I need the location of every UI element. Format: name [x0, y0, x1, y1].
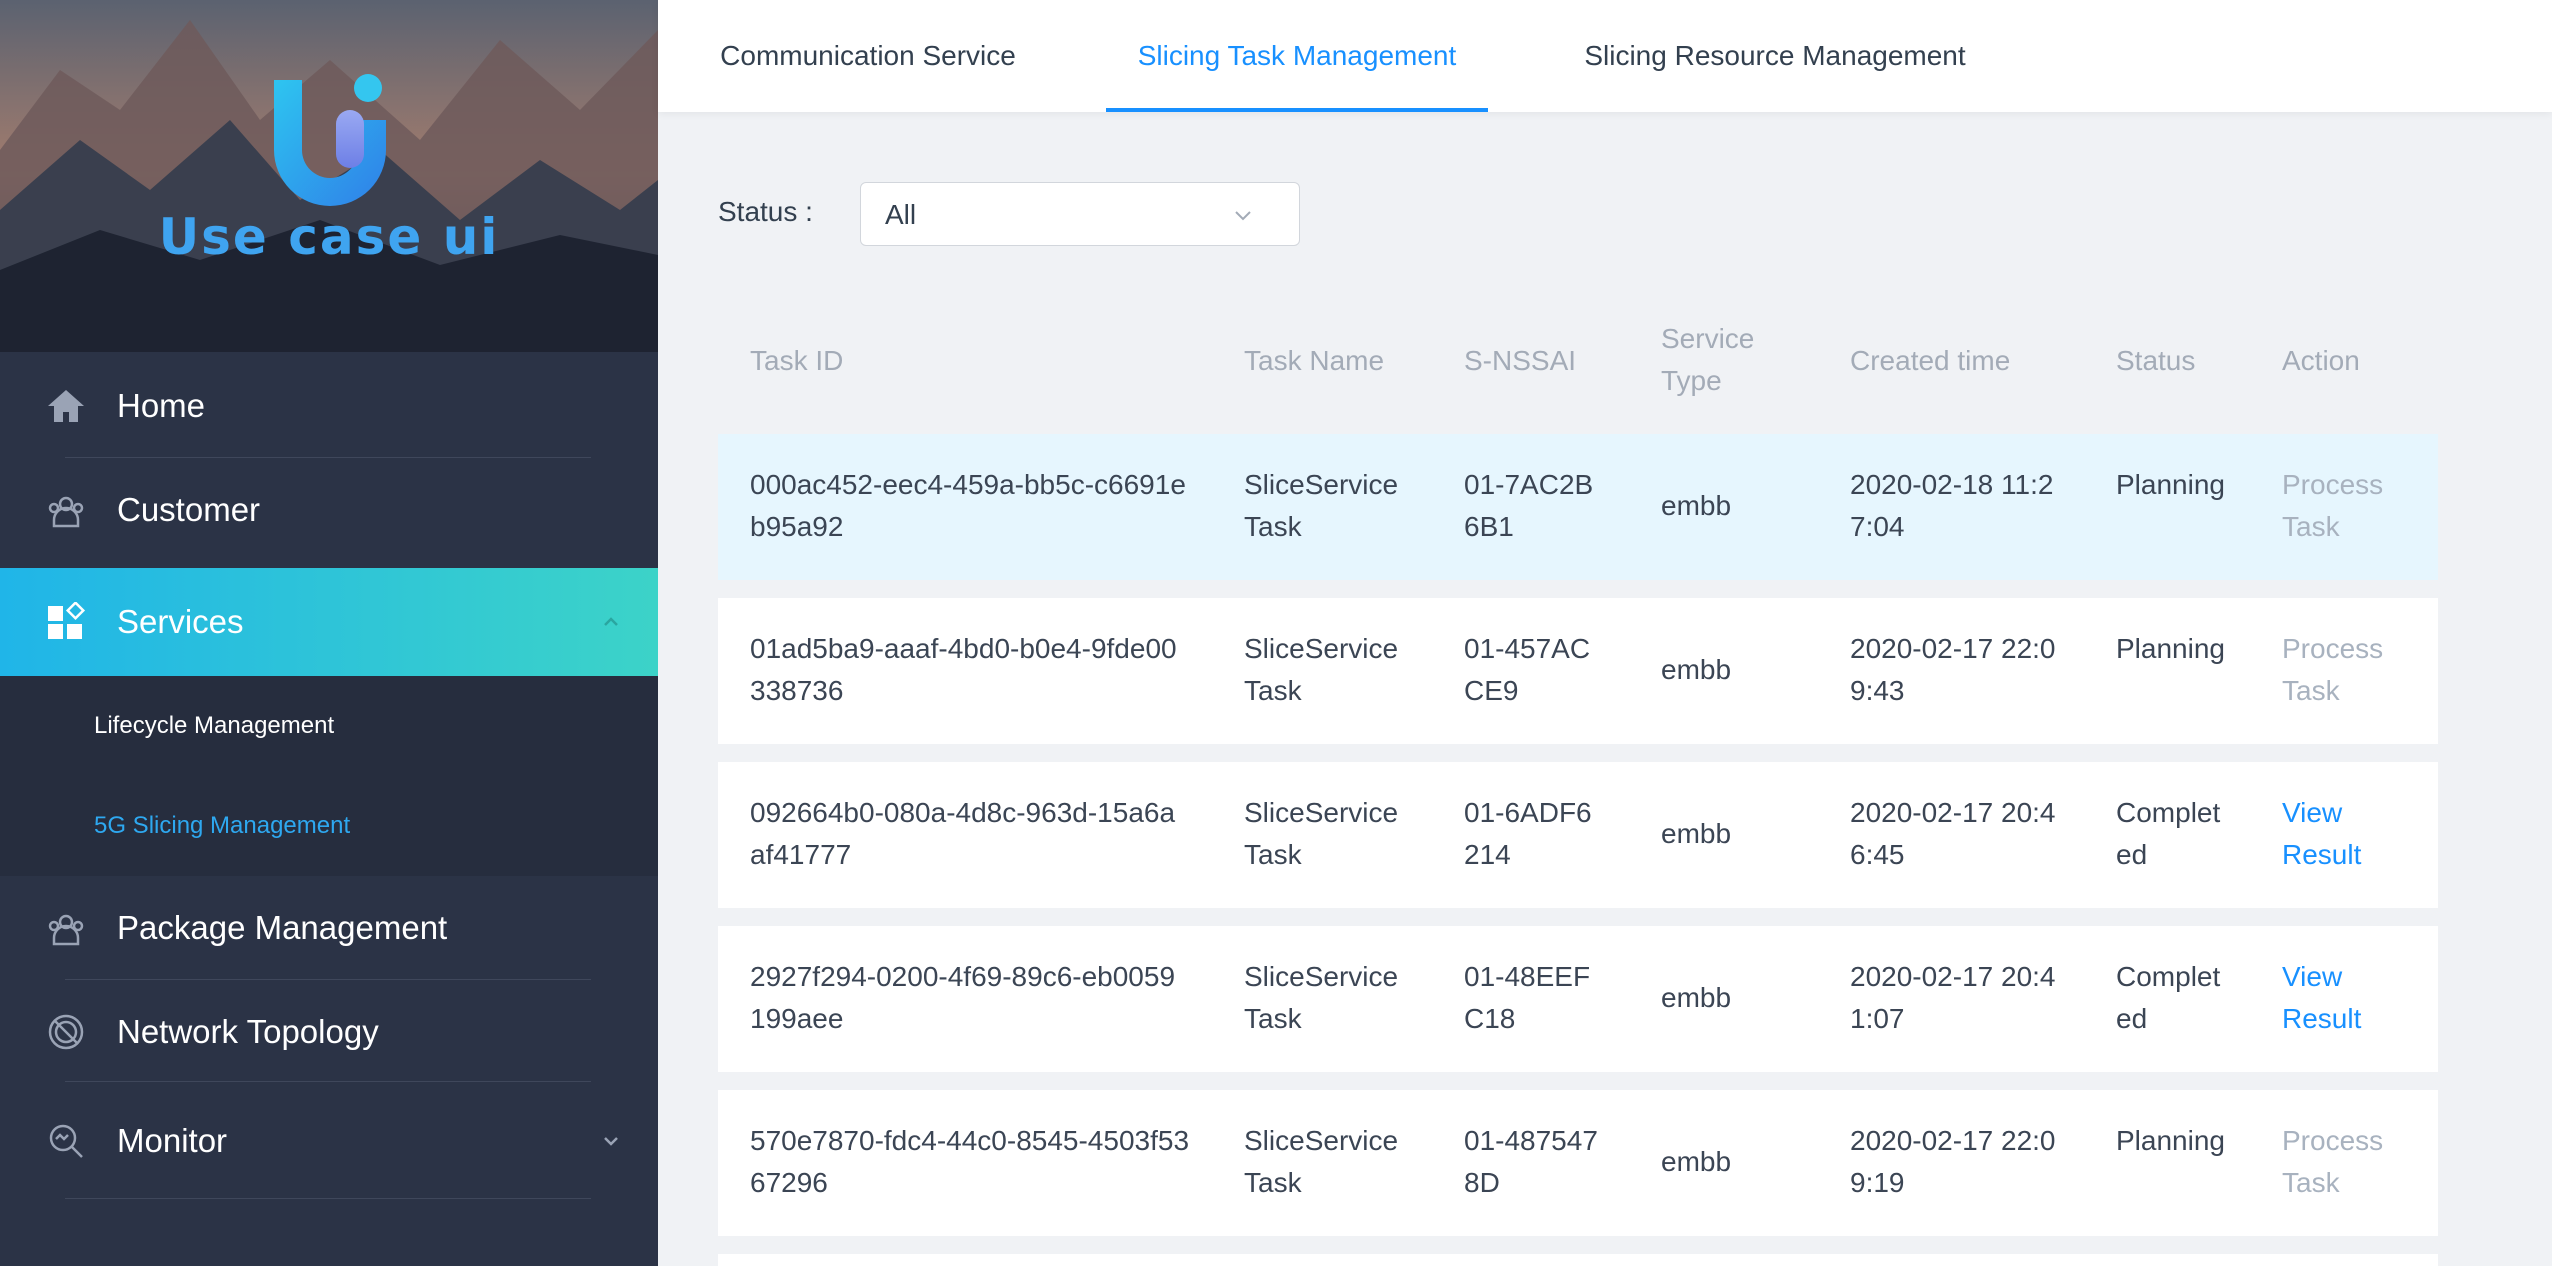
created-time-cell: 2020-02-17 22:09:43 — [1850, 633, 2056, 706]
table-row[interactable]: 2927f294-0200-4f69-89c6-eb0059199aee Sli… — [718, 926, 2438, 1072]
task-id-cell: 2927f294-0200-4f69-89c6-eb0059199aee — [750, 961, 1176, 1034]
divider — [65, 1081, 591, 1082]
sidebar-item-customer[interactable]: Customer — [0, 458, 658, 562]
task-id-cell: 570e7870-fdc4-44c0-8545-4503f5367296 — [750, 1125, 1190, 1198]
table-row[interactable]: 092664b0-080a-4d8c-963d-15a6aaf41777 Sli… — [718, 762, 2438, 908]
status-cell: Planning — [2116, 469, 2225, 500]
submenu-item-5g-slicing-management[interactable]: 5G Slicing Management — [94, 812, 350, 840]
created-time-cell: 2020-02-17 20:41:07 — [1850, 961, 2056, 1034]
task-id-cell: 092664b0-080a-4d8c-963d-15a6aaf41777 — [750, 797, 1176, 870]
tab-slicing-resource-management[interactable]: Slicing Resource Management — [1580, 0, 1970, 112]
process-task-link[interactable]: Process Task — [2282, 464, 2392, 548]
view-result-link[interactable]: View Result — [2282, 792, 2392, 876]
table-header: Task ID Task Name S-NSSAI Service Type C… — [718, 310, 2438, 410]
column-header-task-id: Task ID — [750, 345, 844, 376]
status-cell: Completed — [2116, 961, 2221, 1034]
sidebar-item-services[interactable]: Services — [0, 568, 658, 676]
task-name-cell: SliceService Task — [1244, 961, 1399, 1034]
services-submenu: Lifecycle Management 5G Slicing Manageme… — [0, 676, 658, 876]
table-row[interactable]: 570e7870-fdc4-44c0-8545-4503f5367296 Sli… — [718, 1090, 2438, 1236]
task-name-cell: SliceService Task — [1244, 1125, 1399, 1198]
sidebar-item-label: Services — [117, 603, 244, 640]
tab-bar: Communication Service Slicing Task Manag… — [658, 0, 2552, 112]
status-filter-select[interactable]: All — [860, 182, 1300, 246]
service-type-cell: embb — [1661, 490, 1732, 521]
created-time-cell: 2020-02-17 22:09:19 — [1850, 1125, 2056, 1198]
divider — [65, 1198, 591, 1199]
sidebar-item-label: Customer — [117, 491, 261, 528]
snssai-cell: 01-4875478D — [1464, 1125, 1598, 1198]
table-row[interactable]: 000ac452-eec4-459a-bb5c-c6691eb95a92 Sli… — [718, 434, 2438, 580]
sidebar: Use case ui Home Customer Services Lifec… — [0, 0, 658, 1266]
table-row[interactable]: 01ad5ba9-aaaf-4bd0-b0e4-9fde00338736 Sli… — [718, 598, 2438, 744]
task-name-cell: SliceService Task — [1244, 797, 1399, 870]
sidebar-item-package-management[interactable]: Package Management — [0, 876, 658, 980]
sidebar-item-monitor[interactable]: Monitor — [0, 1090, 658, 1192]
chevron-down-icon — [1235, 211, 1251, 221]
services-icon — [44, 600, 88, 644]
brand-name: Use case ui — [158, 208, 500, 266]
customer-icon — [44, 488, 88, 532]
column-header-task-name: Task Name — [1244, 345, 1385, 376]
status-cell: Completed — [2116, 797, 2221, 870]
sidebar-item-home[interactable]: Home — [0, 354, 658, 458]
sidebar-item-label: Monitor — [117, 1122, 228, 1159]
service-type-cell: embb — [1661, 654, 1732, 685]
table-row — [718, 1254, 2438, 1266]
column-header-service-type: Service Type — [1661, 323, 1755, 396]
tab-communication-service[interactable]: Communication Service — [718, 0, 1018, 112]
sidebar-item-label: Network Topology — [117, 1013, 379, 1050]
home-icon — [44, 384, 88, 428]
monitor-icon — [44, 1119, 88, 1163]
created-time-cell: 2020-02-18 11:27:04 — [1850, 469, 2054, 542]
service-type-cell: embb — [1661, 982, 1732, 1013]
chevron-down-icon — [604, 1137, 618, 1146]
package-icon — [44, 906, 88, 950]
task-id-cell: 000ac452-eec4-459a-bb5c-c6691eb95a92 — [750, 469, 1186, 542]
column-header-snssai: S-NSSAI — [1464, 345, 1577, 376]
tab-slicing-task-management[interactable]: Slicing Task Management — [1106, 0, 1488, 112]
logo-icon — [274, 74, 386, 206]
network-topology-icon — [44, 1010, 88, 1054]
snssai-cell: 01-7AC2B6B1 — [1464, 469, 1594, 542]
sidebar-item-label: Home — [117, 387, 206, 424]
service-type-cell: embb — [1661, 1146, 1732, 1177]
process-task-link[interactable]: Process Task — [2282, 1120, 2392, 1204]
task-id-cell: 01ad5ba9-aaaf-4bd0-b0e4-9fde00338736 — [750, 633, 1177, 706]
column-header-action: Action — [2282, 345, 2360, 376]
column-header-created-time: Created time — [1850, 345, 2011, 376]
snssai-cell: 01-6ADF6214 — [1464, 797, 1592, 870]
snssai-cell: 01-48EEFC18 — [1464, 961, 1591, 1034]
snssai-cell: 01-457ACCE9 — [1464, 633, 1591, 706]
process-task-link[interactable]: Process Task — [2282, 628, 2392, 712]
task-name-cell: SliceService Task — [1244, 633, 1399, 706]
sidebar-item-network-topology[interactable]: Network Topology — [0, 980, 658, 1084]
sidebar-banner: Use case ui — [0, 0, 658, 352]
view-result-link[interactable]: View Result — [2282, 956, 2392, 1040]
status-cell: Planning — [2116, 633, 2225, 664]
submenu-item-lifecycle-management[interactable]: Lifecycle Management — [94, 712, 334, 740]
status-filter-value: All — [885, 199, 917, 230]
status-filter-label: Status : — [718, 196, 813, 227]
chevron-up-icon — [604, 617, 618, 626]
task-name-cell: SliceService Task — [1244, 469, 1399, 542]
sidebar-item-label: Package Management — [117, 909, 448, 946]
created-time-cell: 2020-02-17 20:46:45 — [1850, 797, 2056, 870]
column-header-status: Status — [2116, 345, 2196, 376]
status-cell: Planning — [2116, 1125, 2225, 1156]
service-type-cell: embb — [1661, 818, 1732, 849]
